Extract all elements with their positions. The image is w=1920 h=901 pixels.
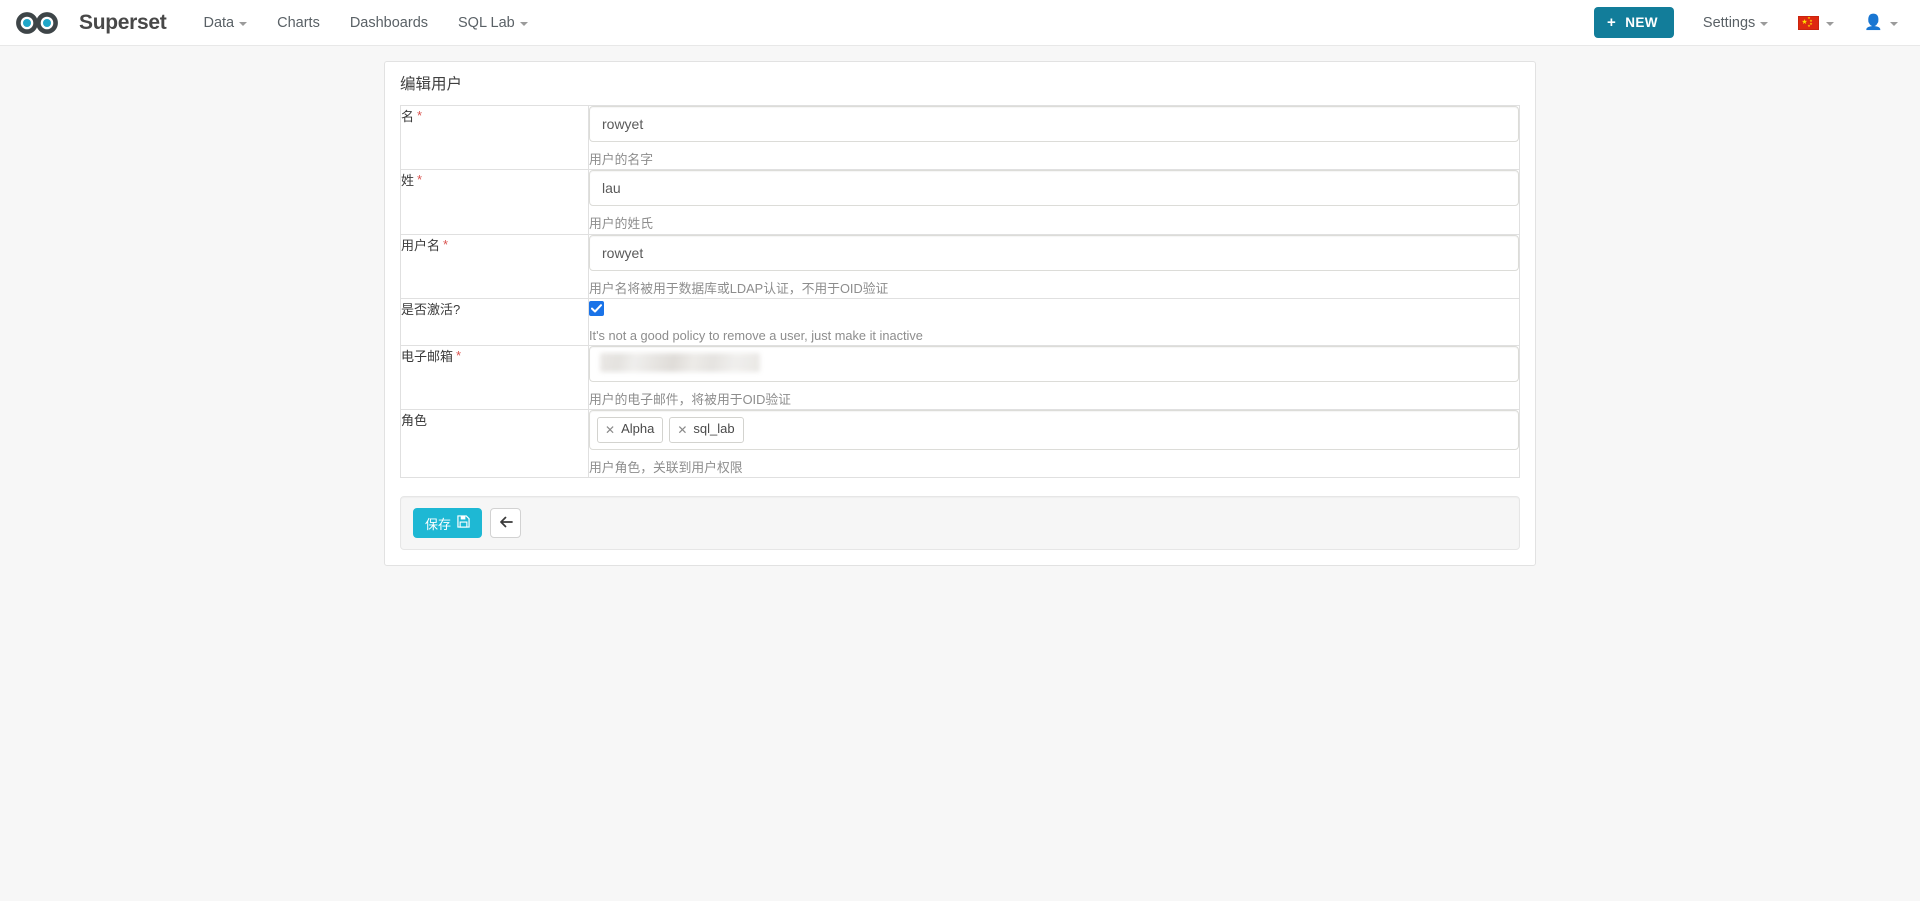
language-selector[interactable]: ★ ★ ★ ★ ★ bbox=[1783, 0, 1849, 46]
form-row-username: 用户名* 用户名将被用于数据库或LDAP认证，不用于OID验证 bbox=[400, 233, 1520, 299]
field-cell-username: 用户名将被用于数据库或LDAP认证，不用于OID验证 bbox=[588, 233, 1520, 299]
username-help: 用户名将被用于数据库或LDAP认证，不用于OID验证 bbox=[589, 280, 889, 296]
roles-select[interactable]: ✕ Alpha ✕ sql_lab bbox=[589, 410, 1519, 450]
email-help: 用户的电子邮件，将被用于OID验证 bbox=[589, 391, 791, 407]
is-active-checkbox[interactable] bbox=[589, 300, 604, 316]
save-button-label: 保存 bbox=[425, 516, 452, 532]
floppy-disk-icon bbox=[457, 515, 470, 531]
user-menu[interactable]: 👤 bbox=[1849, 0, 1902, 46]
remove-tag-icon[interactable]: ✕ bbox=[677, 424, 687, 436]
top-navbar: Superset Data Charts Dashboards SQL Lab … bbox=[0, 0, 1920, 46]
nav-item-charts[interactable]: Charts bbox=[262, 0, 335, 46]
field-label: 角色 bbox=[401, 413, 428, 429]
roles-help: 用户角色，关联到用户权限 bbox=[589, 459, 743, 475]
nav-label: Data bbox=[203, 14, 235, 31]
form-row-is-active: 是否激活? It's not a good policy to remove a… bbox=[400, 297, 1520, 346]
label-cell-username: 用户名 * bbox=[400, 233, 589, 299]
superset-brand-link[interactable]: Superset bbox=[14, 10, 167, 36]
field-cell-email: 用户的电子邮件，将被用于OID验证 bbox=[588, 344, 1520, 410]
nav-item-data[interactable]: Data bbox=[188, 0, 262, 46]
navbar-right-group: + NEW Settings ★ ★ ★ ★ ★ 👤 bbox=[1594, 0, 1902, 45]
required-asterisk: * bbox=[417, 172, 423, 188]
required-asterisk: * bbox=[443, 236, 449, 252]
role-tag[interactable]: ✕ Alpha bbox=[597, 417, 664, 443]
field-label: 电子邮箱 bbox=[401, 348, 454, 364]
nav-label: Charts bbox=[277, 14, 320, 31]
nav-label: Dashboards bbox=[349, 14, 429, 31]
field-label: 名 bbox=[401, 109, 415, 125]
last-name-help: 用户的姓氏 bbox=[589, 216, 653, 232]
last-name-input[interactable] bbox=[589, 170, 1519, 207]
new-button-label: NEW bbox=[1625, 15, 1658, 30]
is-active-help: It's not a good policy to remove a user,… bbox=[589, 327, 923, 343]
label-cell-is-active: 是否激活? bbox=[400, 297, 589, 346]
form-actions-well: 保存 bbox=[400, 496, 1520, 551]
field-label: 姓 bbox=[401, 173, 415, 189]
first-name-help: 用户的名字 bbox=[589, 152, 653, 168]
china-flag-icon: ★ ★ ★ ★ ★ bbox=[1798, 15, 1820, 30]
nav-label: Settings bbox=[1702, 14, 1756, 31]
superset-logo-icon bbox=[14, 10, 72, 36]
label-cell-first-name: 名 * bbox=[400, 105, 589, 170]
chevron-down-icon bbox=[519, 21, 528, 26]
page-content: 编辑用户 名* 用户的名字 bbox=[0, 46, 1920, 567]
chevron-down-icon bbox=[239, 21, 248, 26]
required-asterisk: * bbox=[456, 347, 462, 363]
label-cell-last-name: 姓 * bbox=[400, 169, 589, 235]
field-label: 用户名 bbox=[401, 237, 441, 253]
edit-user-panel: 编辑用户 名* 用户的名字 bbox=[384, 61, 1536, 567]
first-name-input[interactable] bbox=[589, 106, 1519, 143]
nav-label: SQL Lab bbox=[458, 14, 515, 31]
edit-user-form: 名* 用户的名字 姓* 用户的姓 bbox=[400, 105, 1520, 479]
primary-nav: Data Charts Dashboards SQL Lab bbox=[188, 0, 542, 45]
role-tag-label: Alpha bbox=[621, 421, 655, 437]
field-label: 是否激活? bbox=[401, 301, 461, 317]
form-row-last-name: 姓* 用户的姓氏 bbox=[400, 169, 1520, 235]
username-input[interactable] bbox=[589, 234, 1519, 271]
nav-item-settings[interactable]: Settings bbox=[1688, 0, 1783, 46]
back-button[interactable] bbox=[490, 508, 522, 539]
role-tag[interactable]: ✕ sql_lab bbox=[669, 417, 744, 443]
nav-item-sql-lab[interactable]: SQL Lab bbox=[443, 0, 543, 46]
brand-text: Superset bbox=[79, 11, 167, 34]
chevron-down-icon bbox=[1890, 21, 1898, 26]
label-cell-roles: 角色 bbox=[400, 409, 589, 478]
arrow-left-icon bbox=[499, 515, 513, 531]
new-button[interactable]: + NEW bbox=[1594, 7, 1674, 38]
required-asterisk: * bbox=[417, 108, 423, 124]
redacted-email-value bbox=[600, 352, 760, 372]
save-button[interactable]: 保存 bbox=[413, 508, 483, 539]
field-cell-first-name: 用户的名字 bbox=[589, 106, 1520, 170]
nav-item-dashboards[interactable]: Dashboards bbox=[335, 0, 443, 46]
role-tag-label: sql_lab bbox=[693, 421, 735, 437]
remove-tag-icon[interactable]: ✕ bbox=[605, 424, 615, 436]
chevron-down-icon bbox=[1826, 21, 1835, 26]
chevron-down-icon bbox=[1760, 21, 1769, 26]
page-title: 编辑用户 bbox=[400, 76, 463, 93]
field-cell-roles: ✕ Alpha ✕ sql_lab 用户角色，关联到用户权限 bbox=[588, 409, 1520, 478]
user-avatar-icon: 👤 bbox=[1864, 14, 1883, 31]
form-row-roles: 角色 ✕ Alpha ✕ sql_lab 用户角色，关联到用户权限 bbox=[400, 409, 1520, 478]
form-row-first-name: 名* 用户的名字 bbox=[400, 105, 1520, 170]
field-cell-last-name: 用户的姓氏 bbox=[588, 169, 1520, 235]
panel-body: 名* 用户的名字 姓* 用户的姓 bbox=[385, 105, 1535, 565]
field-cell-is-active: It's not a good policy to remove a user,… bbox=[588, 297, 1520, 346]
panel-heading: 编辑用户 bbox=[385, 62, 1535, 105]
form-row-email: 电子邮箱 * 用户的电子邮件，将被用于OID验证 bbox=[400, 344, 1520, 410]
plus-icon: + bbox=[1607, 14, 1617, 31]
email-input[interactable] bbox=[589, 345, 1519, 382]
label-cell-email: 电子邮箱 * bbox=[400, 344, 589, 410]
